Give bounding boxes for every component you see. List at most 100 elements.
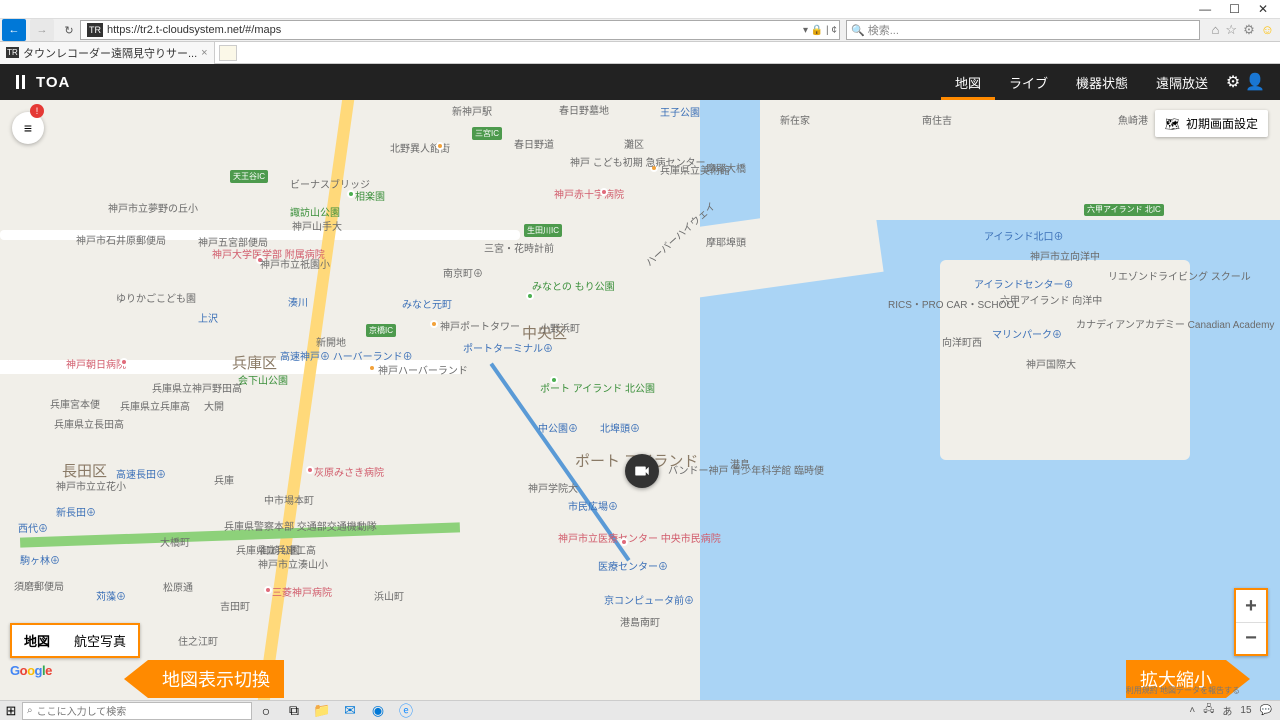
map-canvas[interactable]: 中央区 ポート アイランド 長田区 兵庫区 神戸ハーバーランド 神戸ポートタワー… bbox=[0, 100, 1280, 700]
taskview-icon[interactable]: ⧉ bbox=[280, 702, 308, 719]
poi-label: 大橋町 bbox=[160, 534, 190, 549]
poi-label: 神戸学院大 bbox=[528, 480, 578, 495]
poi-label: 神戸国際大 bbox=[1026, 356, 1076, 371]
station-label: 西代⊕ bbox=[18, 520, 48, 535]
station-label: ポートターミナル⊕ bbox=[463, 340, 553, 355]
minimize-button[interactable]: — bbox=[1199, 2, 1211, 16]
close-button[interactable]: ✕ bbox=[1258, 2, 1268, 16]
browser-search-input[interactable]: 🔍 検索... bbox=[846, 20, 1200, 40]
poi-label: 三宮・花時計前 bbox=[484, 240, 554, 255]
tab-close-icon[interactable]: × bbox=[201, 47, 207, 59]
poi-label: 摩耶大橋 bbox=[706, 160, 746, 175]
cortana-icon[interactable]: ○ bbox=[252, 703, 280, 719]
tray-up-icon[interactable]: ˄ bbox=[1189, 705, 1195, 716]
station-label: 中公園⊕ bbox=[538, 420, 578, 435]
feedback-icon[interactable]: ☺ bbox=[1261, 22, 1274, 38]
station-label: アイランドセンター⊕ bbox=[974, 276, 1074, 291]
poi-label: 神戸市立湊山小 bbox=[258, 556, 328, 571]
poi-label: 兵庫宮本便 bbox=[50, 396, 100, 411]
park-label: みなとの もり公園 bbox=[532, 278, 615, 293]
poi-label: 住之江町 bbox=[178, 633, 218, 648]
camera-icon bbox=[633, 462, 651, 480]
tray-time: 15 bbox=[1240, 705, 1251, 716]
settings-gear-icon[interactable]: ⚙ bbox=[1222, 72, 1244, 92]
initial-screen-button[interactable]: 🗺 初期画面設定 bbox=[1155, 110, 1268, 137]
forward-button[interactable]: → bbox=[30, 19, 54, 41]
search-icon: ⌕ bbox=[27, 705, 33, 716]
tray-notification-icon[interactable]: 💬 bbox=[1260, 705, 1272, 716]
poi-label: 兵庫県立長田高 bbox=[54, 416, 124, 431]
poi-icon bbox=[550, 376, 558, 384]
station-label: 高速神戸⊕ ハーバーランド⊕ bbox=[280, 352, 413, 364]
account-icon[interactable]: 👤 bbox=[1244, 72, 1266, 92]
poi-icon bbox=[430, 320, 438, 328]
taskbar: ⊞ ⌕ ここに入力して検索 ○ ⧉ 📁 ✉ ◉ ⓔ ˄ 🖧 あ 15 💬 bbox=[0, 700, 1280, 720]
poi-label: 神戸市立祇園小 bbox=[260, 256, 330, 271]
poi-label: 灘区 bbox=[624, 136, 644, 151]
station-label: 王子公園 bbox=[660, 104, 700, 119]
taskbar-search-placeholder: ここに入力して検索 bbox=[37, 703, 127, 718]
poi-label: 浜山町 bbox=[374, 588, 404, 603]
brand-logo[interactable]: TOA bbox=[14, 74, 70, 91]
maximize-button[interactable]: ☐ bbox=[1229, 2, 1240, 16]
station-label: 医療センター⊕ bbox=[598, 558, 668, 573]
refresh-button[interactable]: ↻ bbox=[58, 24, 80, 37]
poi-label: 神戸市石井原郵便局 bbox=[76, 232, 166, 247]
mail-icon[interactable]: ✉ bbox=[336, 702, 364, 719]
favorites-icon[interactable]: ☆ bbox=[1225, 22, 1237, 38]
alert-badge: ! bbox=[30, 104, 44, 118]
hamburger-icon: ≡ bbox=[24, 120, 32, 136]
poi-label: 南住吉 bbox=[922, 112, 952, 127]
poi-label: 須磨郵便局 bbox=[14, 578, 64, 593]
new-tab-button[interactable] bbox=[219, 45, 237, 61]
maptype-satellite[interactable]: 航空写真 bbox=[62, 625, 138, 656]
poi-label: 春日野道 bbox=[514, 136, 554, 151]
poi-label: 新在家 bbox=[780, 112, 810, 127]
nav-map[interactable]: 地図 bbox=[941, 64, 995, 100]
poi-label: 兵庫県立兵庫工高 bbox=[236, 542, 316, 557]
poi-label: 摩耶埠頭 bbox=[706, 234, 746, 249]
tray-network-icon[interactable]: 🖧 bbox=[1203, 702, 1214, 719]
system-tray[interactable]: ˄ 🖧 あ 15 💬 bbox=[1181, 702, 1280, 719]
hospital-label: 三菱神戸病院 bbox=[272, 584, 332, 599]
browser-tab[interactable]: TR タウンレコーダー遠隔見守りサー... × bbox=[0, 42, 215, 64]
map-attribution: 利用規約 地図データを報告する bbox=[1126, 685, 1240, 696]
interchange-label: 生田川IC bbox=[524, 224, 562, 237]
poi-label: 小野浜町 bbox=[540, 320, 580, 335]
nav-live[interactable]: ライブ bbox=[995, 64, 1062, 100]
start-button[interactable]: ⊞ bbox=[0, 703, 22, 719]
taskbar-search[interactable]: ⌕ ここに入力して検索 bbox=[22, 702, 252, 720]
poi-label: ゆりかごこども園 bbox=[116, 290, 196, 305]
brand-text: TOA bbox=[36, 74, 70, 91]
back-button[interactable]: ← bbox=[2, 19, 26, 41]
nav-device[interactable]: 機器状態 bbox=[1062, 64, 1142, 100]
poi-label: 神戸市立夢野の丘小 bbox=[108, 200, 198, 215]
edge-icon[interactable]: ◉ bbox=[364, 702, 392, 719]
settings-icon[interactable]: ⚙ bbox=[1243, 22, 1255, 38]
station-label: アイランド北口⊕ bbox=[984, 228, 1064, 243]
poi-label: 神戸山手大 bbox=[292, 218, 342, 233]
home-icon[interactable]: ⌂ bbox=[1212, 22, 1220, 38]
poi-label: バンドー神戸 青少年科学館 臨時便 bbox=[668, 462, 824, 477]
camera-marker[interactable] bbox=[625, 454, 659, 488]
poi-label: 神戸市立立花小 bbox=[56, 478, 126, 493]
poi-icon bbox=[600, 188, 608, 196]
zoom-in-button[interactable]: + bbox=[1236, 590, 1266, 622]
poi-icon bbox=[264, 586, 272, 594]
nav-remote[interactable]: 遠隔放送 bbox=[1142, 64, 1222, 100]
interchange-label: 京橋IC bbox=[366, 324, 396, 337]
browser-actions: ⌂ ☆ ⚙ ☺ bbox=[1206, 22, 1280, 38]
tray-ime-icon[interactable]: あ bbox=[1222, 703, 1232, 718]
maptype-map[interactable]: 地図 bbox=[12, 625, 62, 656]
park-label: 諏訪山公園 bbox=[290, 204, 340, 219]
explorer-icon[interactable]: 📁 bbox=[308, 702, 336, 719]
interchange-label: 六甲アイランド 北IC bbox=[1084, 204, 1164, 216]
maptype-switch: 地図 航空写真 bbox=[10, 623, 140, 658]
ie-icon[interactable]: ⓔ bbox=[392, 701, 420, 720]
poi-label: 吉田町 bbox=[220, 598, 250, 613]
tab-title: タウンレコーダー遠隔見守りサー... bbox=[23, 45, 197, 61]
poi-icon bbox=[306, 466, 314, 474]
poi-label: 港島南町 bbox=[620, 614, 660, 629]
address-bar[interactable]: TR https://tr2.t-cloudsystem.net/#/maps … bbox=[80, 20, 840, 40]
zoom-out-button[interactable]: − bbox=[1236, 622, 1266, 654]
